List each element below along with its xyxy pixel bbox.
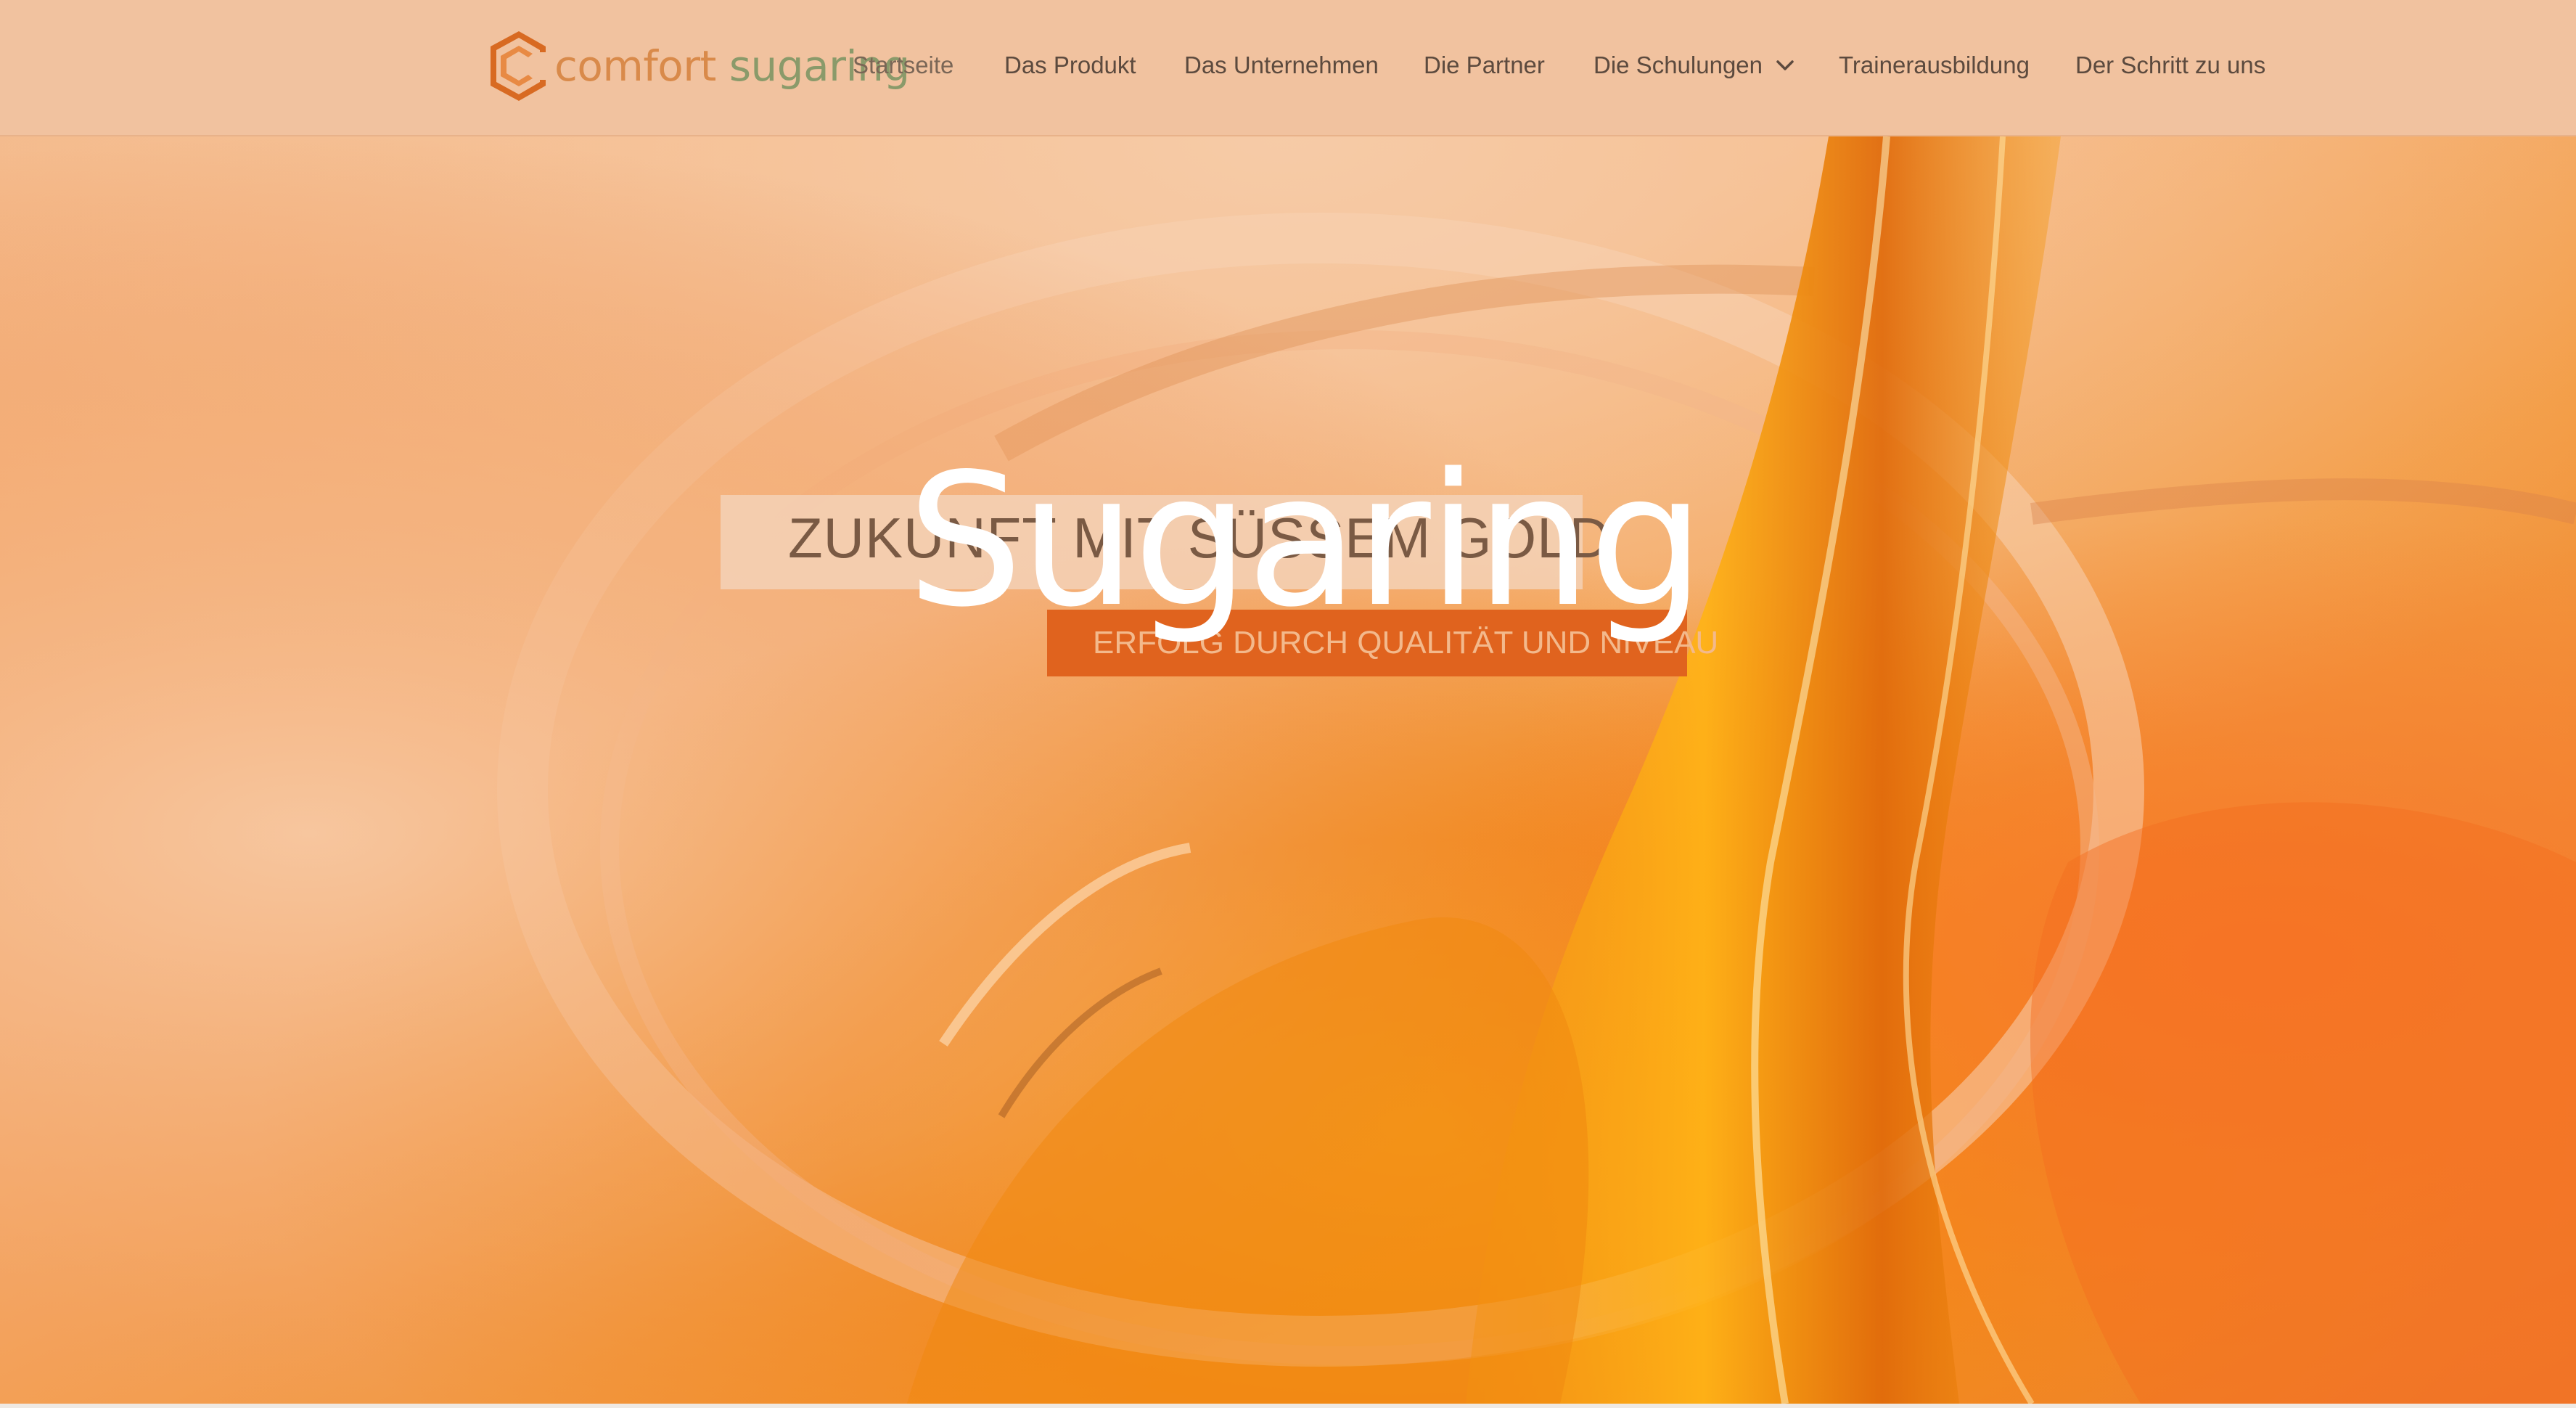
bottom-edge <box>0 1404 2576 1408</box>
chevron-down-icon <box>1776 60 1794 70</box>
hero-title: Sugaring <box>907 435 1705 647</box>
nav-label: Der Schritt zu uns <box>2075 52 2266 78</box>
page: comfort sugaring Startseite Das Produkt … <box>0 0 2576 1408</box>
nav-label: Das Unternehmen <box>1184 52 1379 78</box>
nav-item-das-unternehmen[interactable]: Das Unternehmen <box>1184 48 1379 83</box>
hero-background-image <box>0 136 2576 1404</box>
nav-item-trainerausbildung[interactable]: Trainerausbildung <box>1839 48 2030 83</box>
nav-label: Trainerausbildung <box>1839 52 2030 78</box>
nav-label: Die Schulungen <box>1593 52 1763 78</box>
main-nav: Startseite Das Produkt Das Unternehmen D… <box>0 0 2576 131</box>
nav-label: Die Partner <box>1424 52 1545 78</box>
nav-item-der-schritt-zu-uns[interactable]: Der Schritt zu uns <box>2075 48 2265 83</box>
hero-section: ZUKUNFT MIT SÜSSEM GOLD ERFOLG DURCH QUA… <box>0 136 2576 1404</box>
nav-label: Startseite <box>853 52 954 78</box>
nav-label: Das Produkt <box>1004 52 1136 78</box>
nav-item-das-produkt[interactable]: Das Produkt <box>1004 48 1136 83</box>
nav-item-startseite[interactable]: Startseite <box>853 48 953 83</box>
nav-item-die-schulungen[interactable]: Die Schulungen <box>1593 48 1794 83</box>
nav-item-die-partner[interactable]: Die Partner <box>1424 48 1545 83</box>
site-header: comfort sugaring Startseite Das Produkt … <box>0 0 2576 136</box>
